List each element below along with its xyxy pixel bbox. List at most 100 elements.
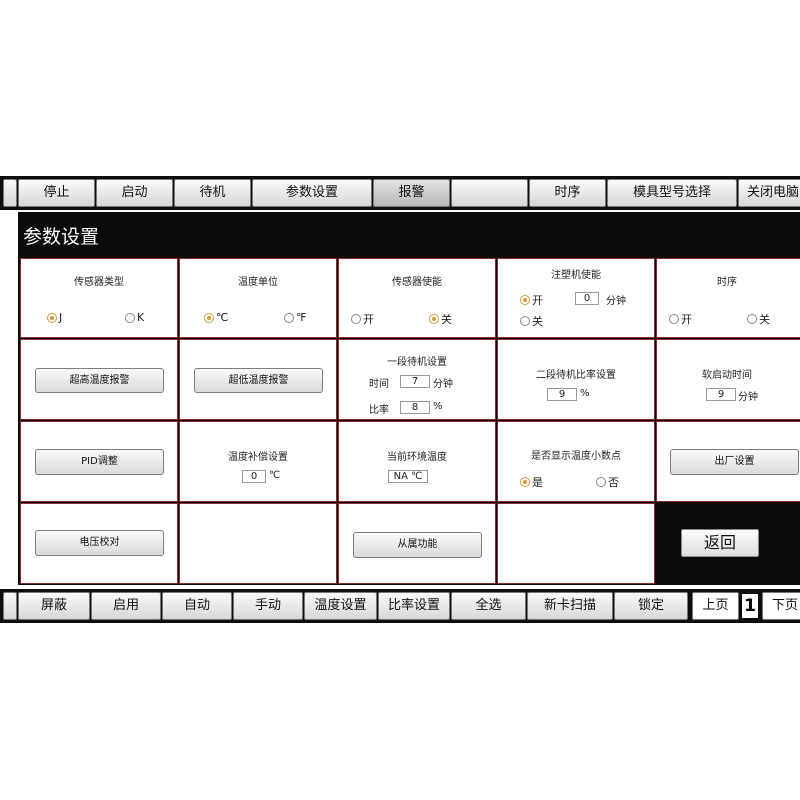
decimal-label: 是否显示温度小数点 (531, 451, 621, 462)
nav-manual-button[interactable]: 手动 (233, 592, 303, 620)
injection-enable-label: 注塑机使能 (551, 270, 601, 281)
sensor-enable-on-radio[interactable]: 开 (351, 311, 374, 327)
standby1-ratio-label: 比率 (369, 405, 389, 416)
standby2-cell: 二段待机比率设置 9 % (497, 339, 655, 420)
standby1-ratio-field[interactable]: 8 (400, 401, 430, 414)
radio-empty-icon (669, 314, 679, 324)
slave-cell: 从属功能 (338, 503, 496, 584)
under-temp-cell: 超低温度报警 (179, 339, 337, 420)
page-number: 1 (742, 594, 758, 618)
temp-comp-unit: ℃ (269, 470, 281, 481)
sensor-enable-label: 传感器使能 (392, 277, 442, 288)
temp-comp-field[interactable]: 0 (242, 470, 266, 483)
under-temp-alarm-button[interactable]: 超低温度报警 (194, 368, 323, 393)
empty-cell (497, 503, 655, 584)
radio-selected-icon (204, 312, 214, 323)
nav-enable-button[interactable]: 启用 (91, 592, 161, 620)
nav-start-button[interactable]: 启动 (96, 179, 173, 207)
sensor-type-j-radio[interactable]: J (47, 311, 62, 324)
radio-selected-icon (520, 477, 530, 487)
ambient-temp-label: 当前环境温度 (387, 452, 447, 463)
nav-lock-button[interactable]: 锁定 (614, 592, 688, 620)
radio-empty-icon (284, 312, 294, 323)
decimal-yes-radio[interactable]: 是 (520, 474, 543, 490)
radio-selected-icon (429, 314, 439, 324)
nav-temp-setting-button[interactable]: 温度设置 (304, 592, 377, 620)
standby1-cell: 一段待机设置 时间 7 分钟 比率 8 % (338, 339, 496, 420)
standby1-time-unit: 分钟 (433, 379, 453, 390)
nav-ratio-setting-button[interactable]: 比率设置 (378, 592, 450, 620)
over-temp-alarm-button[interactable]: 超高温度报警 (35, 368, 164, 393)
temp-comp-cell: 温度补偿设置 0 ℃ (179, 421, 337, 502)
nav-prev-page-button[interactable]: 上页 (692, 592, 739, 620)
timing-off-radio[interactable]: 关 (747, 311, 770, 327)
timing-on-radio[interactable]: 开 (669, 311, 692, 327)
timing-cell: 时序 开 关 (656, 258, 800, 338)
ambient-temp-cell: 当前环境温度 NA ℃ (338, 421, 496, 502)
nav-timing-button[interactable]: 时序 (529, 179, 606, 207)
radio-selected-icon (47, 312, 57, 323)
slave-function-button[interactable]: 从属功能 (353, 532, 482, 558)
standby2-unit: % (580, 388, 590, 399)
nav-blank-button[interactable] (451, 179, 528, 207)
page-title: 参数设置 (23, 226, 100, 248)
injection-enable-minutes-field[interactable]: 0 (575, 292, 599, 305)
nav-edge-button[interactable] (3, 592, 17, 620)
nav-alarm-button[interactable]: 报警 (373, 179, 450, 207)
temp-unit-cell: 温度单位 ℃ ℉ (179, 258, 337, 338)
injection-enable-on-radio[interactable]: 开 (520, 292, 543, 308)
nav-card-scan-button[interactable]: 新卡扫描 (527, 592, 613, 620)
temp-unit-label: 温度单位 (238, 277, 278, 288)
standby1-label: 一段待机设置 (387, 357, 447, 368)
nav-mask-button[interactable]: 屏蔽 (18, 592, 90, 620)
nav-select-all-button[interactable]: 全选 (451, 592, 526, 620)
sensor-type-label: 传感器类型 (74, 277, 124, 288)
nav-standby-button[interactable]: 待机 (174, 179, 251, 207)
radio-selected-icon (520, 295, 530, 305)
nav-edge-button[interactable] (3, 179, 17, 207)
standby1-ratio-unit: % (433, 401, 443, 412)
injection-enable-unit: 分钟 (606, 296, 626, 307)
radio-empty-icon (125, 312, 135, 323)
factory-cell: 出厂设置 (656, 421, 800, 502)
temp-comp-label: 温度补偿设置 (228, 452, 288, 463)
standby2-ratio-field[interactable]: 9 (547, 388, 577, 401)
injection-enable-off-radio[interactable]: 关 (520, 313, 543, 329)
factory-reset-button[interactable]: 出厂设置 (670, 449, 799, 475)
voltage-cell: 电压校对 (20, 503, 178, 584)
nav-params-button[interactable]: 参数设置 (252, 179, 372, 207)
nav-stop-button[interactable]: 停止 (18, 179, 95, 207)
over-temp-cell: 超高温度报警 (20, 339, 178, 420)
radio-empty-icon (520, 316, 530, 326)
empty-cell (179, 503, 337, 584)
soft-start-cell: 软启动时间 9 分钟 (656, 339, 800, 420)
decimal-no-radio[interactable]: 否 (596, 474, 619, 490)
standby1-time-label: 时间 (369, 379, 389, 390)
injection-enable-cell: 注塑机使能 开 0 分钟 关 (497, 258, 655, 338)
nav-shutdown-button[interactable]: 关闭电脑 (738, 179, 800, 207)
back-button[interactable]: 返回 (681, 529, 759, 557)
radio-empty-icon (747, 314, 757, 324)
temp-unit-f-radio[interactable]: ℉ (284, 311, 306, 324)
sensor-enable-off-radio[interactable]: 关 (429, 311, 452, 327)
radio-empty-icon (596, 477, 606, 487)
temp-unit-c-radio[interactable]: ℃ (204, 311, 228, 324)
sensor-type-cell: 传感器类型 J K (20, 258, 178, 338)
soft-start-field[interactable]: 9 (706, 388, 736, 401)
sensor-type-k-radio[interactable]: K (125, 311, 144, 324)
decimal-cell: 是否显示温度小数点 是 否 (497, 421, 655, 502)
nav-auto-button[interactable]: 自动 (162, 592, 232, 620)
pid-adjust-button[interactable]: PID调整 (35, 449, 164, 475)
soft-start-label: 软启动时间 (702, 370, 752, 381)
pid-cell: PID调整 (20, 421, 178, 502)
voltage-calibrate-button[interactable]: 电压校对 (35, 530, 164, 556)
nav-mold-select-button[interactable]: 模具型号选择 (607, 179, 737, 207)
sensor-enable-cell: 传感器使能 开 关 (338, 258, 496, 338)
soft-start-unit: 分钟 (738, 392, 758, 403)
top-nav-bar: 停止 启动 待机 参数设置 报警 时序 模具型号选择 关闭电脑 (0, 176, 800, 210)
standby1-time-field[interactable]: 7 (400, 375, 430, 388)
radio-empty-icon (351, 314, 361, 324)
nav-next-page-button[interactable]: 下页 (762, 592, 800, 620)
bottom-nav-bar: 屏蔽 启用 自动 手动 温度设置 比率设置 全选 新卡扫描 锁定 上页 1 下页 (0, 589, 800, 623)
standby2-label: 二段待机比率设置 (536, 370, 616, 381)
